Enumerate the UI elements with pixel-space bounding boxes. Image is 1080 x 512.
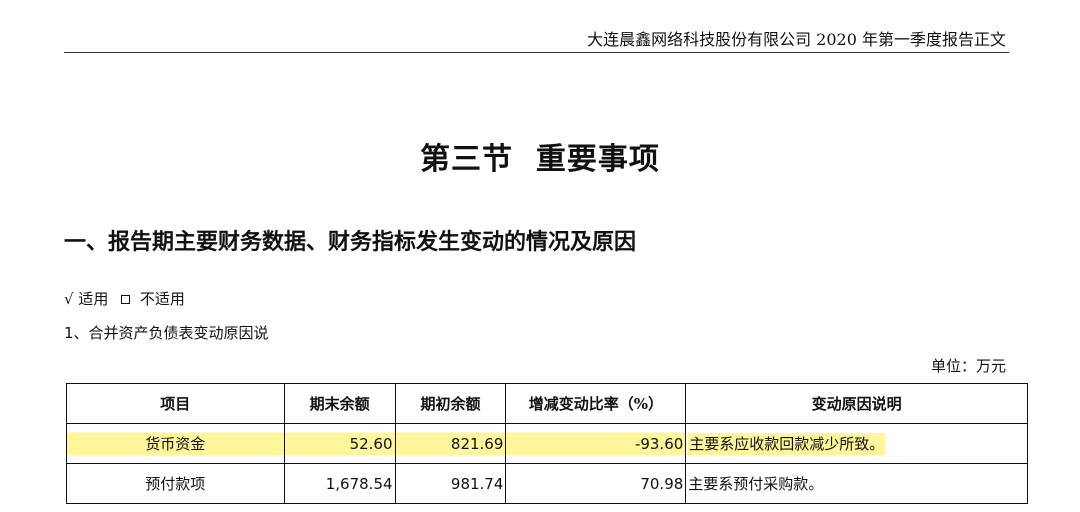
applicable-label: 适用 [78,290,109,308]
header-divider [64,52,1009,53]
table-row: 货币资金 52.60 821.69 -93.60 主要系应收款回款减少所致。 [66,423,1028,464]
header-change-ratio: 增减变动比率（%） [505,383,687,424]
unit-label: 单位：万元 [930,357,1006,375]
header-item: 项目 [66,383,285,424]
table-header-row: 项目 期末余额 期初余额 增减变动比率（%） 变动原因说明 [66,383,1028,424]
balance-sheet-change-table: 项目 期末余额 期初余额 增减变动比率（%） 变动原因说明 货币资金 52.60… [66,383,1028,504]
cell-reason: 主要系预付采购款。 [685,463,1028,504]
running-header: 大连晨鑫网络科技股份有限公司 2020 年第一季度报告正文 [587,30,1006,49]
item-heading: 1、合并资产负债表变动原因说 [64,324,269,342]
subsection-title: 一、报告期主要财务数据、财务指标发生变动的情况及原因 [64,229,637,255]
cell-change-ratio: -93.60 [505,423,687,464]
not-applicable-label: 不适用 [139,290,185,308]
cell-opening-balance: 981.74 [394,463,507,504]
cell-ending-balance: 52.60 [283,423,396,464]
applicability-line: √ 适用 不适用 [64,288,185,309]
section-title: 第三节 重要事项 [420,142,660,177]
header-reason: 变动原因说明 [685,383,1028,424]
header-ending-balance: 期末余额 [283,383,396,424]
cell-ending-balance: 1,678.54 [283,463,396,504]
header-opening-balance: 期初余额 [394,383,507,424]
highlighted-reason: 主要系应收款回款减少所致。 [688,433,886,455]
cell-item: 预付款项 [66,463,285,504]
table-row: 预付款项 1,678.54 981.74 70.98 主要系预付采购款。 [66,463,1028,504]
unchecked-box-icon [121,294,131,304]
cell-item: 货币资金 [66,423,285,464]
cell-reason: 主要系应收款回款减少所致。 [685,423,1028,464]
cell-opening-balance: 821.69 [394,423,507,464]
checkmark-icon: √ [64,290,74,308]
cell-change-ratio: 70.98 [505,463,687,504]
